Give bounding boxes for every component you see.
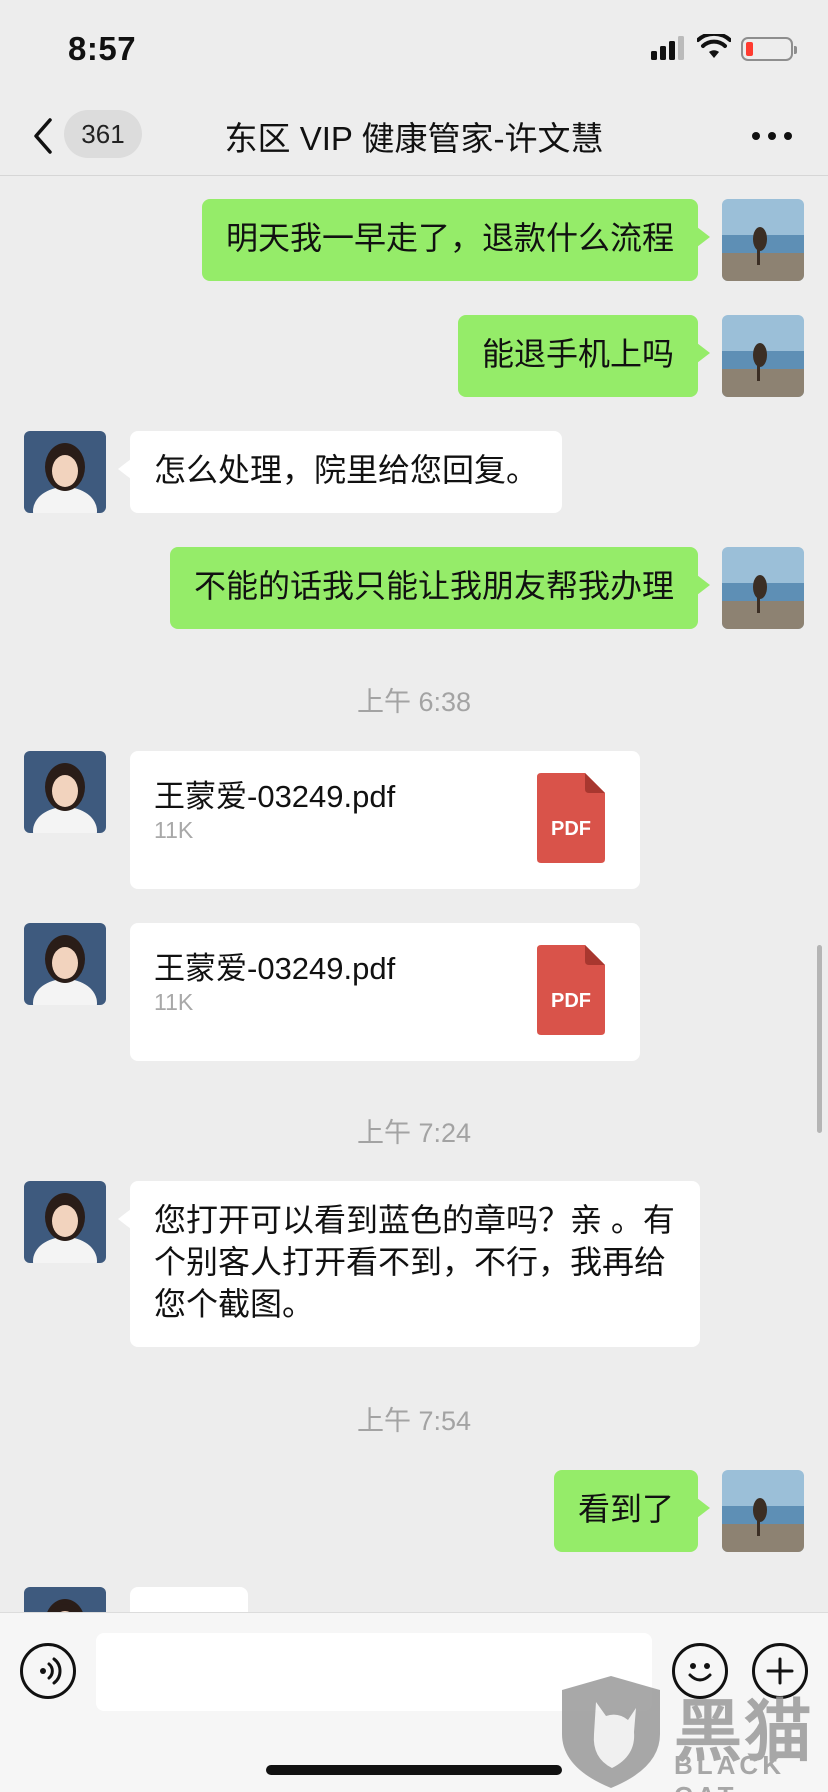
message-row: 不能的话我只能让我朋友帮我办理 xyxy=(0,547,828,629)
chat-header: 361 东区 VIP 健康管家-许文慧 xyxy=(0,96,828,176)
pdf-label: PDF xyxy=(551,818,591,840)
message-bubble-received[interactable]: 怎么处理，院里给您回复。 xyxy=(117,431,563,513)
status-bar: 8:57 xyxy=(0,0,828,96)
watermark-text-en: BLACK CAT xyxy=(674,1750,785,1792)
cellular-signal-icon xyxy=(651,36,687,60)
wifi-icon xyxy=(697,34,731,58)
status-time: 8:57 xyxy=(68,30,137,67)
message-bubble-received-partial[interactable] xyxy=(130,1587,248,1612)
unread-count-badge[interactable]: 361 xyxy=(64,110,142,158)
chat-title: 东区 VIP 健康管家-许文慧 xyxy=(224,120,604,157)
message-row: 怎么处理，院里给您回复。 xyxy=(0,431,828,513)
file-size: 11K xyxy=(154,989,194,1015)
timestamp: 上午 7:54 xyxy=(356,1406,472,1436)
message-bubble-received[interactable]: 您打开可以看到蓝色的章吗？亲 。有个别客人打开看不到，不行，我再给您个截图。 xyxy=(118,1181,700,1347)
message-bubble-sent[interactable]: 能退手机上吗 xyxy=(457,315,711,397)
contact-avatar[interactable] xyxy=(24,1181,106,1263)
contact-avatar[interactable] xyxy=(24,923,106,1005)
voice-input-icon[interactable] xyxy=(20,1643,76,1699)
message-row: 明天我一早走了，退款什么流程 xyxy=(0,199,828,281)
file-size: 11K xyxy=(154,817,194,843)
message-row: 王蒙爱-03249.pdf 11K PDF xyxy=(0,751,828,889)
message-list[interactable]: 明天我一早走了，退款什么流程 能退手机上吗 怎么处理，院里给您回复。 不能的话我… xyxy=(0,177,828,1612)
contact-avatar[interactable] xyxy=(24,1587,106,1612)
message-bubble-sent[interactable]: 看到了 xyxy=(553,1470,711,1552)
message-row: 您打开可以看到蓝色的章吗？亲 。有个别客人打开看不到，不行，我再给您个截图。 xyxy=(0,1181,828,1347)
pdf-file-icon: PDF xyxy=(537,773,605,863)
my-avatar[interactable] xyxy=(722,1470,804,1552)
more-options-icon[interactable] xyxy=(750,126,794,146)
file-name: 王蒙爱-03249.pdf xyxy=(154,951,396,986)
message-row: 看到了 xyxy=(0,1470,828,1552)
file-message-card[interactable]: 王蒙爱-03249.pdf 11K PDF xyxy=(130,923,640,1061)
my-avatar[interactable] xyxy=(722,199,804,281)
home-indicator[interactable] xyxy=(266,1765,562,1775)
message-bubble-sent[interactable]: 不能的话我只能让我朋友帮我办理 xyxy=(169,547,711,629)
message-row: 能退手机上吗 xyxy=(0,315,828,397)
cat-shield-icon xyxy=(562,1676,660,1788)
file-name: 王蒙爱-03249.pdf xyxy=(154,779,396,814)
pdf-label: PDF xyxy=(551,990,591,1012)
message-row xyxy=(0,1587,828,1612)
my-avatar[interactable] xyxy=(722,547,804,629)
scrollbar[interactable] xyxy=(817,945,822,1133)
file-message-card[interactable]: 王蒙爱-03249.pdf 11K PDF xyxy=(130,751,640,889)
message-row: 王蒙爱-03249.pdf 11K PDF xyxy=(0,923,828,1061)
contact-avatar[interactable] xyxy=(24,431,106,513)
pdf-file-icon: PDF xyxy=(537,945,605,1035)
timestamp: 上午 7:24 xyxy=(356,1118,472,1148)
contact-avatar[interactable] xyxy=(24,751,106,833)
message-bubble-sent[interactable]: 明天我一早走了，退款什么流程 xyxy=(201,199,711,281)
back-chevron-icon[interactable] xyxy=(28,114,58,158)
my-avatar[interactable] xyxy=(722,315,804,397)
timestamp: 上午 6:38 xyxy=(356,687,472,717)
watermark-logo: 黑猫 BLACK CAT xyxy=(556,1672,828,1792)
battery-icon xyxy=(741,37,797,61)
